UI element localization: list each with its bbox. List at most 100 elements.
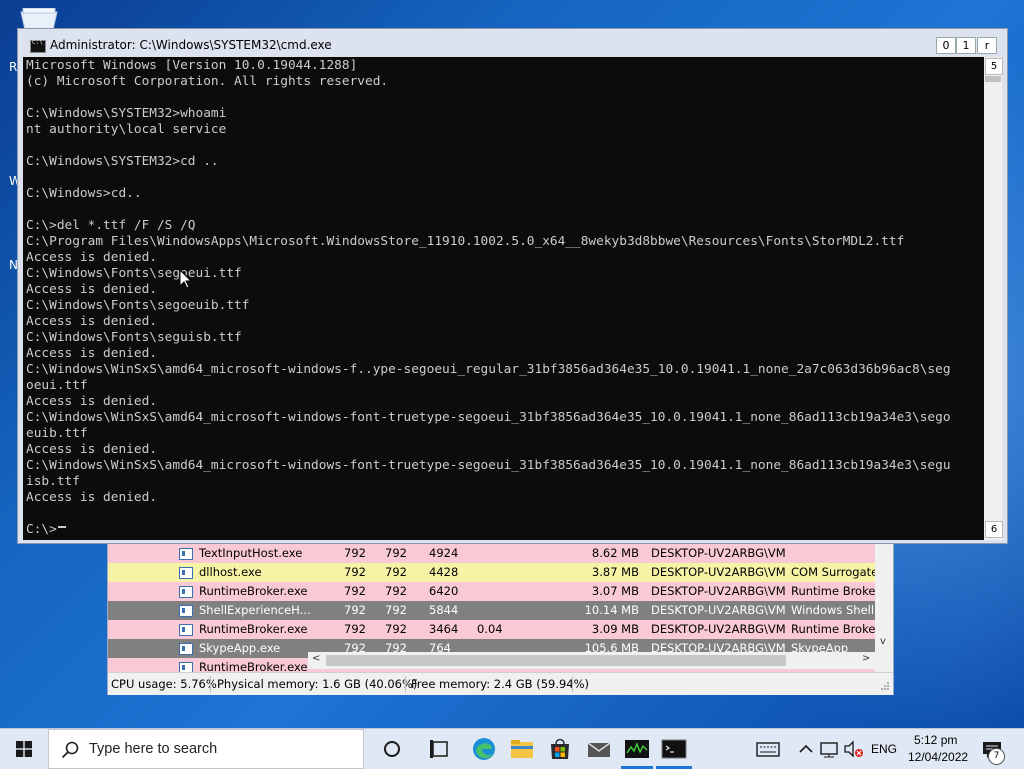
console-line: isb.ttf <box>26 474 80 489</box>
physical-memory-status: Physical memory: 1.6 GB (40.06%) <box>217 677 418 691</box>
status-separator <box>405 676 406 692</box>
recycle-bin-icon[interactable] <box>19 8 59 30</box>
console-line: C:\Windows\Fonts\seguisb.ttf <box>26 330 242 345</box>
process-name: SkypeApp.exe <box>199 641 281 655</box>
console-scrollbar[interactable]: 5 6 <box>984 57 1003 540</box>
cmd-title-bar[interactable]: Administrator: C:\Windows\SYSTEM32\cmd.e… <box>18 29 1007 59</box>
process-pid: 4924 <box>429 546 459 560</box>
scroll-down-arrow-icon[interactable]: v <box>880 636 886 647</box>
process-value: 792 <box>385 584 407 598</box>
taskbar-search-box[interactable]: Type here to search <box>48 729 364 769</box>
process-description: Windows Shell E <box>791 603 875 617</box>
process-pid: 3464 <box>429 622 459 636</box>
notification-count-badge: 7 <box>988 748 1005 765</box>
console-line: C:\Windows>cd.. <box>26 186 142 201</box>
scroll-up-button[interactable]: 5 <box>985 58 1003 75</box>
store-icon[interactable] <box>546 735 574 763</box>
console-line: C:\Program Files\WindowsApps\Microsoft.W… <box>26 234 905 249</box>
process-pid: 4428 <box>429 565 459 579</box>
cortana-icon[interactable] <box>378 735 406 763</box>
cpu-usage-status: CPU usage: 5.76% <box>111 677 217 691</box>
process-value: 792 <box>344 546 366 560</box>
process-memory: 3.07 MB <box>591 584 639 598</box>
console-line: euib.ttf <box>26 426 88 441</box>
search-icon <box>61 741 79 759</box>
process-name: dllhost.exe <box>199 565 262 579</box>
console-line: Access is denied. <box>26 346 157 361</box>
scroll-thumb[interactable] <box>985 76 1001 82</box>
console-line: Access is denied. <box>26 394 157 409</box>
touch-keyboard-icon[interactable] <box>754 735 782 763</box>
process-value: 792 <box>344 565 366 579</box>
process-name: TextInputHost.exe <box>199 546 303 560</box>
scroll-left-arrow-icon[interactable]: < <box>312 653 320 664</box>
console-line: C:\Windows\SYSTEM32>cd .. <box>26 154 219 169</box>
process-user: DESKTOP-UV2ARBG\VM <box>651 603 786 617</box>
window-title: Administrator: C:\Windows\SYSTEM32\cmd.e… <box>50 38 332 52</box>
network-icon[interactable] <box>815 735 843 763</box>
process-description: Runtime Broker <box>791 622 875 636</box>
close-button[interactable]: r <box>977 37 997 54</box>
process-row[interactable]: RuntimeBroker.exe 792 792 6420 3.07 MB DESKTO… <box>108 582 875 601</box>
process-user: DESKTOP-UV2ARBG\VM <box>651 565 786 579</box>
process-pid: 6420 <box>429 584 459 598</box>
process-user: DESKTOP-UV2ARBG\VM <box>651 546 786 560</box>
clock-date[interactable]: 12/04/2022 <box>908 750 968 764</box>
horizontal-scroll-thumb[interactable] <box>326 655 786 666</box>
start-button[interactable] <box>0 729 48 769</box>
mouse-pointer-icon <box>180 270 192 289</box>
process-window-icon <box>179 643 193 655</box>
clock-time[interactable]: 5:12 pm <box>914 733 957 747</box>
console-line: C:\Windows\WinSxS\amd64_microsoft-window… <box>26 410 951 425</box>
volume-muted-icon[interactable] <box>840 735 868 763</box>
console-line: C:\> <box>26 522 57 537</box>
task-view-icon[interactable] <box>426 735 454 763</box>
process-row[interactable]: TextInputHost.exe 792 792 4924 8.62 MB DESKTO… <box>108 544 875 563</box>
process-cpu: 0.04 <box>477 622 503 636</box>
scroll-right-arrow-icon[interactable]: > <box>862 653 870 664</box>
text-cursor <box>58 526 66 528</box>
console-line: (c) Microsoft Corporation. All rights re… <box>26 74 389 89</box>
process-description: Runtime Broker <box>791 584 875 598</box>
process-list-horizontal-scrollbar[interactable]: < > <box>308 652 876 669</box>
process-name: ShellExperienceH... <box>199 603 311 617</box>
process-value: 792 <box>385 622 407 636</box>
console-line: C:\Windows\WinSxS\amd64_microsoft-window… <box>26 362 951 377</box>
minimize-button[interactable]: 0 <box>936 37 956 54</box>
search-placeholder: Type here to search <box>89 741 218 757</box>
console-line: Access is denied. <box>26 314 157 329</box>
resize-grip-icon[interactable] <box>880 681 890 691</box>
file-explorer-icon[interactable] <box>508 735 536 763</box>
console-line: nt authority\local service <box>26 122 227 137</box>
process-window-icon <box>179 548 193 560</box>
performance-monitor-icon[interactable] <box>623 735 651 763</box>
maximize-button[interactable]: 1 <box>956 37 976 54</box>
process-value: 792 <box>344 603 366 617</box>
process-pid: 5844 <box>429 603 459 617</box>
scroll-down-button[interactable]: 6 <box>985 521 1003 538</box>
process-explorer-window[interactable]: TextInputHost.exe 792 792 4924 8.62 MB DESKTO… <box>107 535 894 695</box>
console-line: C:\Windows\Fonts\segoeui.ttf <box>26 266 242 281</box>
process-window-icon <box>179 586 193 598</box>
process-description: COM Surrogate <box>791 565 875 579</box>
console-line: Microsoft Windows [Version 10.0.19044.12… <box>26 58 358 73</box>
cmd-icon[interactable] <box>660 735 688 763</box>
cmd-window[interactable]: Administrator: C:\Windows\SYSTEM32\cmd.e… <box>17 28 1008 544</box>
console-output[interactable]: Microsoft Windows [Version 10.0.19044.12… <box>23 57 984 540</box>
process-window-icon <box>179 624 193 636</box>
process-row[interactable]: ShellExperienceH... 792 792 5844 10.14 MB DES… <box>108 601 875 620</box>
console-line: oeui.ttf <box>26 378 88 393</box>
console-line: C:\Windows\Fonts\segoeuib.ttf <box>26 298 250 313</box>
edge-icon[interactable] <box>470 735 498 763</box>
process-memory: 8.62 MB <box>591 546 639 560</box>
process-list-vertical-scrollbar[interactable]: v <box>876 536 893 656</box>
mail-icon[interactable] <box>585 735 613 763</box>
console-line: Access is denied. <box>26 490 157 505</box>
language-indicator[interactable]: ENG <box>871 742 897 756</box>
process-value: 792 <box>344 622 366 636</box>
process-window-icon <box>179 567 193 579</box>
process-value: 792 <box>385 603 407 617</box>
process-row[interactable]: RuntimeBroker.exe 792 792 3464 0.04 3.09 MB DE… <box>108 620 875 639</box>
process-row[interactable]: dllhost.exe 792 792 4428 3.87 MB DESKTOP-UV2A… <box>108 563 875 582</box>
process-memory: 10.14 MB <box>584 603 639 617</box>
